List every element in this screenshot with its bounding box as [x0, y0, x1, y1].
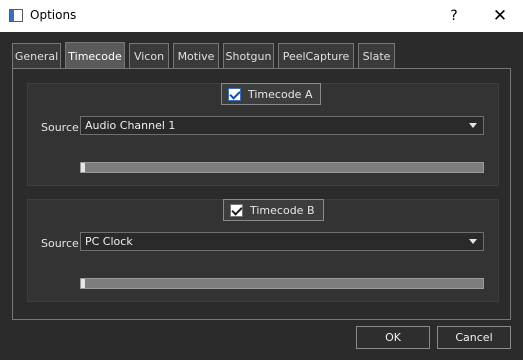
timecode-a-checkbox-container[interactable]: Timecode A — [221, 83, 322, 105]
timecode-a-level-fill — [81, 163, 86, 172]
tab-peelcapture[interactable]: PeelCapture — [278, 43, 354, 68]
options-dialog: Options ? ✕ General Timecode Vicon Motiv… — [0, 0, 523, 360]
timecode-b-group: Timecode B Source PC Clock — [27, 199, 499, 302]
timecode-panel: Timecode A Source Audio Channel 1 Timeco… — [12, 68, 511, 320]
timecode-b-label: Timecode B — [250, 203, 315, 217]
tab-vicon[interactable]: Vicon — [129, 43, 169, 68]
timecode-b-level-bar — [80, 278, 484, 289]
timecode-b-checkbox[interactable] — [230, 203, 243, 217]
timecode-a-checkbox[interactable] — [228, 87, 241, 101]
tab-motive[interactable]: Motive — [173, 43, 219, 68]
source-a-select[interactable]: Audio Channel 1 — [80, 116, 484, 135]
timecode-a-label: Timecode A — [248, 87, 313, 101]
cancel-button[interactable]: Cancel — [437, 326, 511, 349]
timecode-b-checkbox-container[interactable]: Timecode B — [223, 199, 324, 221]
timecode-b-level-fill — [81, 279, 86, 288]
tab-shotgun[interactable]: Shotgun — [223, 43, 274, 68]
title-bar: Options ? ✕ — [0, 0, 523, 32]
source-a-value: Audio Channel 1 — [85, 119, 176, 132]
tab-general[interactable]: General — [12, 43, 61, 68]
source-a-label: Source — [41, 121, 79, 134]
source-b-select[interactable]: PC Clock — [80, 232, 484, 251]
timecode-a-group: Timecode A Source Audio Channel 1 — [27, 83, 499, 186]
tab-slate[interactable]: Slate — [358, 43, 395, 68]
chevron-down-icon — [469, 239, 477, 244]
window-title: Options — [30, 8, 77, 22]
tab-timecode[interactable]: Timecode — [65, 42, 125, 69]
ok-button[interactable]: OK — [356, 326, 430, 349]
help-button[interactable]: ? — [431, 0, 477, 32]
chevron-down-icon — [469, 123, 477, 128]
close-button[interactable]: ✕ — [477, 0, 523, 32]
timecode-a-level-bar — [80, 162, 484, 173]
source-b-value: PC Clock — [85, 235, 133, 248]
source-b-label: Source — [41, 237, 79, 250]
window-icon — [9, 9, 23, 22]
